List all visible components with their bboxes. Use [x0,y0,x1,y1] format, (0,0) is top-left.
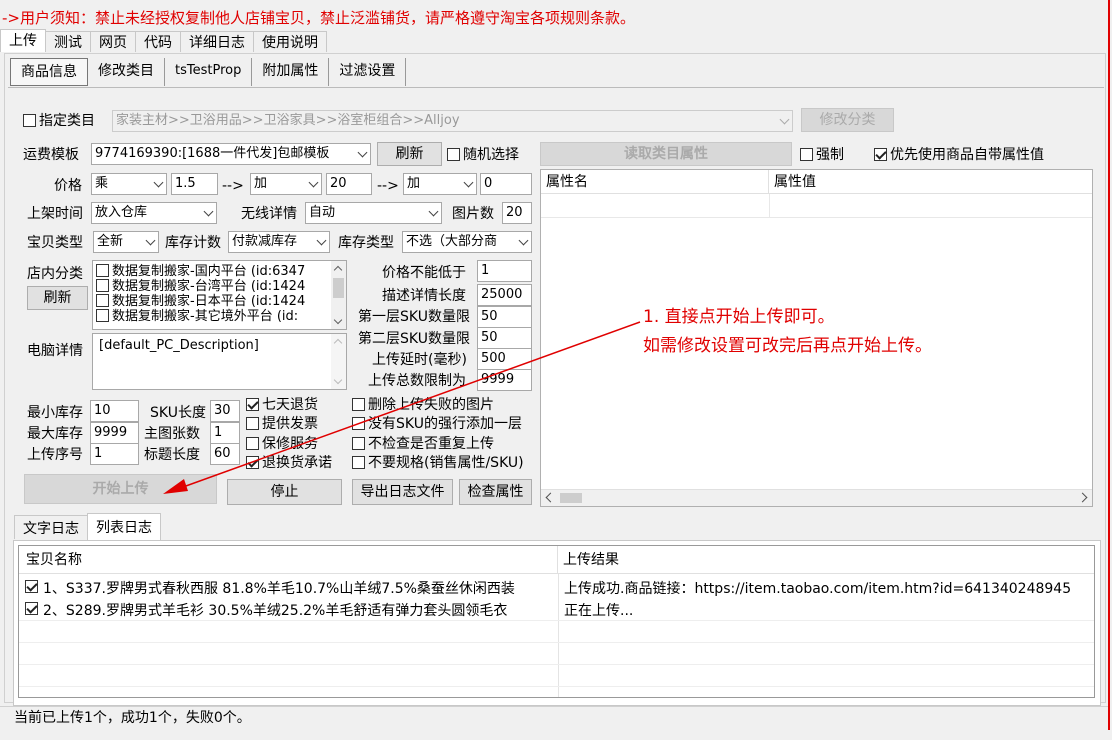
row-divider [19,642,1094,643]
checkbox-checked-icon[interactable] [25,580,38,593]
row-divider [19,620,1094,621]
upload-result-cell: 上传成功.商品链接：https://item.taobao.com/item.h… [564,581,1072,597]
checkbox-checked-icon[interactable] [25,602,38,615]
item-name-header[interactable]: 宝贝名称 [19,546,558,574]
status-bar: 当前已上传1个，成功1个，失败0个。 [0,706,1108,728]
item-name-cell: 1、S337.罗牌男式春秋西服 81.8%羊毛10.7%山羊绒7.5%桑蚕丝休闲… [43,581,515,597]
upload-log-grid[interactable]: 宝贝名称 上传结果 1、S337.罗牌男式春秋西服 81.8%羊毛10.7%山羊… [18,545,1095,698]
tab-text-log[interactable]: 文字日志 [14,515,88,539]
tab-list-log[interactable]: 列表日志 [87,513,161,540]
log-tab-bar: 文字日志 列表日志 [14,513,161,540]
column-divider [558,574,559,697]
row-divider [19,686,1094,687]
upload-result-header[interactable]: 上传结果 [558,546,1094,574]
item-name-cell: 2、S289.罗牌男式羊毛衫 30.5%羊绒25.2%羊毛舒适有弹力套头圆领毛衣 [43,603,508,619]
table-row[interactable]: 1、S337.罗牌男式春秋西服 81.8%羊毛10.7%山羊绒7.5%桑蚕丝休闲… [19,576,1094,598]
row-divider [19,664,1094,665]
upload-result-cell: 正在上传... [564,603,634,619]
table-row[interactable]: 2、S289.罗牌男式羊毛衫 30.5%羊绒25.2%羊毛舒适有弹力套头圆领毛衣… [19,598,1094,620]
